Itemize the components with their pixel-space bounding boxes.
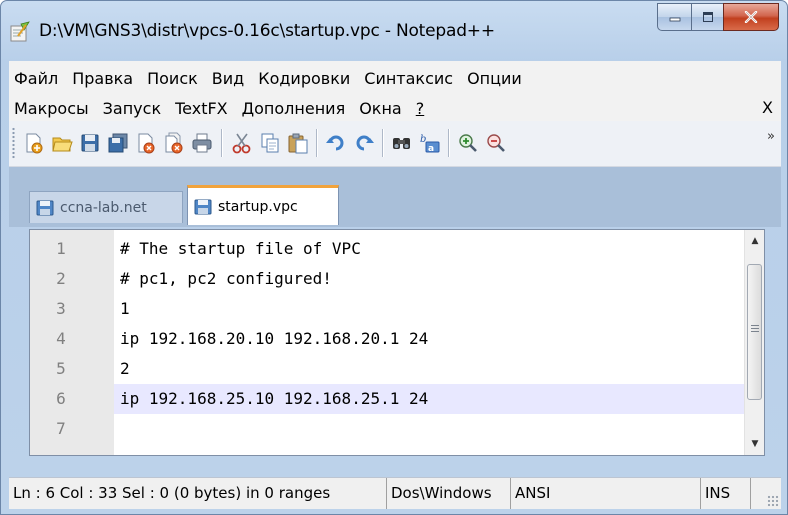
notepadpp-window: D:\VM\GNS3\distr\vpcs-0.16c\startup.vpc … [0,0,788,515]
line-number: 7 [56,419,66,438]
svg-text:a: a [428,144,434,154]
replace-icon[interactable]: b a [419,132,441,154]
menu-row-1: Файл Правка Поиск Вид Кодировки Синтакси… [9,63,529,93]
code-line[interactable]: 1 # The startup file of VPC [30,234,746,264]
thumb-grip [751,325,759,334]
paste-icon[interactable] [287,132,309,154]
code-line[interactable]: 3 1 [30,294,746,324]
find-icon[interactable] [391,132,413,154]
code-line[interactable]: 4 ip 192.168.20.10 192.168.20.1 24 [30,324,746,354]
save-all-icon[interactable] [107,132,129,154]
vertical-scrollbar[interactable]: ▲ ▼ [744,230,764,455]
line-number: 6 [56,389,66,408]
menu-options[interactable]: Опции [460,69,529,88]
menu-plugins[interactable]: Дополнения [235,99,353,118]
scroll-up-arrow-icon[interactable]: ▲ [745,232,765,250]
line-text: # pc1, pc2 configured! [120,269,332,288]
menu-macros[interactable]: Макросы [9,99,96,118]
close-icon [744,11,758,23]
notepad-chameleon-icon [10,21,30,42]
svg-text:b: b [420,134,426,145]
current-code-line[interactable]: 6 ip 192.168.25.10 192.168.25.1 24 [30,384,746,414]
line-number: 2 [56,269,66,288]
cut-icon[interactable] [231,132,253,154]
print-icon[interactable] [191,132,213,154]
menu-bar: Файл Правка Поиск Вид Кодировки Синтакси… [9,61,781,121]
toolbar-separator [316,129,317,157]
maximize-button[interactable] [691,3,723,31]
line-number: 4 [56,329,66,348]
tab-label: ccna-lab.net [60,199,147,216]
zoom-out-icon[interactable] [485,132,507,154]
menu-file[interactable]: Файл [9,69,65,88]
line-number: 3 [56,299,66,318]
status-position: Ln : 6 Col : 33 Sel : 0 (0 bytes) in 0 r… [9,478,387,509]
menu-help[interactable]: ? [409,99,432,118]
minimize-icon [669,17,680,22]
tab-label: startup.vpc [218,198,298,215]
menu-window[interactable]: Окна [352,99,409,118]
scrollbar-thumb[interactable] [747,264,762,400]
line-text: # The startup file of VPC [120,239,361,258]
saved-file-icon [36,200,54,215]
line-text: 1 [120,299,130,318]
editor-pane[interactable]: 1 # The startup file of VPC 2 # pc1, pc2… [29,229,765,456]
open-file-icon[interactable] [51,132,73,154]
menu-run[interactable]: Запуск [96,99,168,118]
close-all-icon[interactable] [163,132,185,154]
close-button[interactable] [723,3,779,31]
line-text: 2 [120,359,130,378]
toolbar-separator [221,129,222,157]
line-text: ip 192.168.25.10 192.168.25.1 24 [120,389,429,408]
code-line[interactable]: 2 # pc1, pc2 configured! [30,264,746,294]
close-file-icon[interactable] [135,132,157,154]
undo-icon[interactable] [325,132,347,154]
window-title: D:\VM\GNS3\distr\vpcs-0.16c\startup.vpc … [39,21,495,41]
menu-search[interactable]: Поиск [140,69,205,88]
menu-syntax[interactable]: Синтаксис [357,69,460,88]
toolbar: b a » [9,121,781,167]
status-encoding: ANSI [511,478,701,509]
status-bar: Ln : 6 Col : 33 Sel : 0 (0 bytes) in 0 r… [9,477,781,509]
code-line[interactable]: 5 2 [30,354,746,384]
save-icon[interactable] [79,132,101,154]
zoom-in-icon[interactable] [457,132,479,154]
menu-edit[interactable]: Правка [65,69,140,88]
menu-textfx[interactable]: TextFX [168,99,235,118]
line-number: 5 [56,359,66,378]
tab-startup-vpc[interactable]: startup.vpc [187,185,339,225]
caption-buttons [657,3,779,31]
tab-ccna-lab-net[interactable]: ccna-lab.net [29,191,183,223]
maximize-icon [702,12,713,22]
close-document-button[interactable]: X [762,93,773,123]
tab-strip: ccna-lab.net startup.vpc [9,167,781,227]
title-bar[interactable]: D:\VM\GNS3\distr\vpcs-0.16c\startup.vpc … [1,1,787,59]
toolbar-separator [448,129,449,157]
menu-view[interactable]: Вид [205,69,251,88]
status-eol[interactable]: Dos\Windows [387,478,511,509]
resize-grip-icon[interactable] [767,495,779,507]
code-lines: 1 # The startup file of VPC 2 # pc1, pc2… [30,234,746,444]
scroll-down-arrow-icon[interactable]: ▼ [745,435,765,453]
saved-file-icon [194,199,212,214]
redo-icon[interactable] [353,132,375,154]
new-file-icon[interactable] [23,132,45,154]
menu-encoding[interactable]: Кодировки [251,69,357,88]
menu-row-2: Макросы Запуск TextFX Дополнения Окна ? [9,93,431,123]
status-insert-mode[interactable]: INS [701,478,751,509]
minimize-button[interactable] [657,3,691,31]
toolbar-overflow-chevron-icon[interactable]: » [767,129,775,144]
line-text: ip 192.168.20.10 192.168.20.1 24 [120,329,429,348]
toolbar-grip[interactable] [12,127,15,159]
copy-icon[interactable] [259,132,281,154]
line-number: 1 [56,239,66,258]
code-line[interactable]: 7 [30,414,746,444]
toolbar-separator [382,129,383,157]
